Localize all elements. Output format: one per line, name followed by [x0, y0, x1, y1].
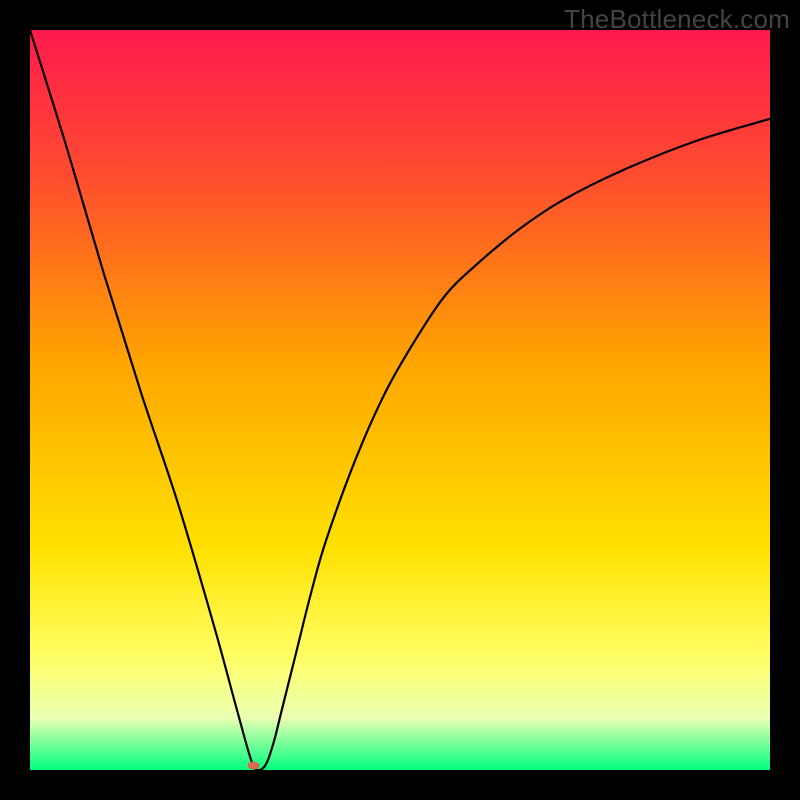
- marker-dot: [247, 762, 259, 770]
- chart-svg: [30, 30, 770, 770]
- plot-area: [30, 30, 770, 770]
- gradient-bg: [30, 30, 770, 770]
- chart-frame: TheBottleneck.com: [0, 0, 800, 800]
